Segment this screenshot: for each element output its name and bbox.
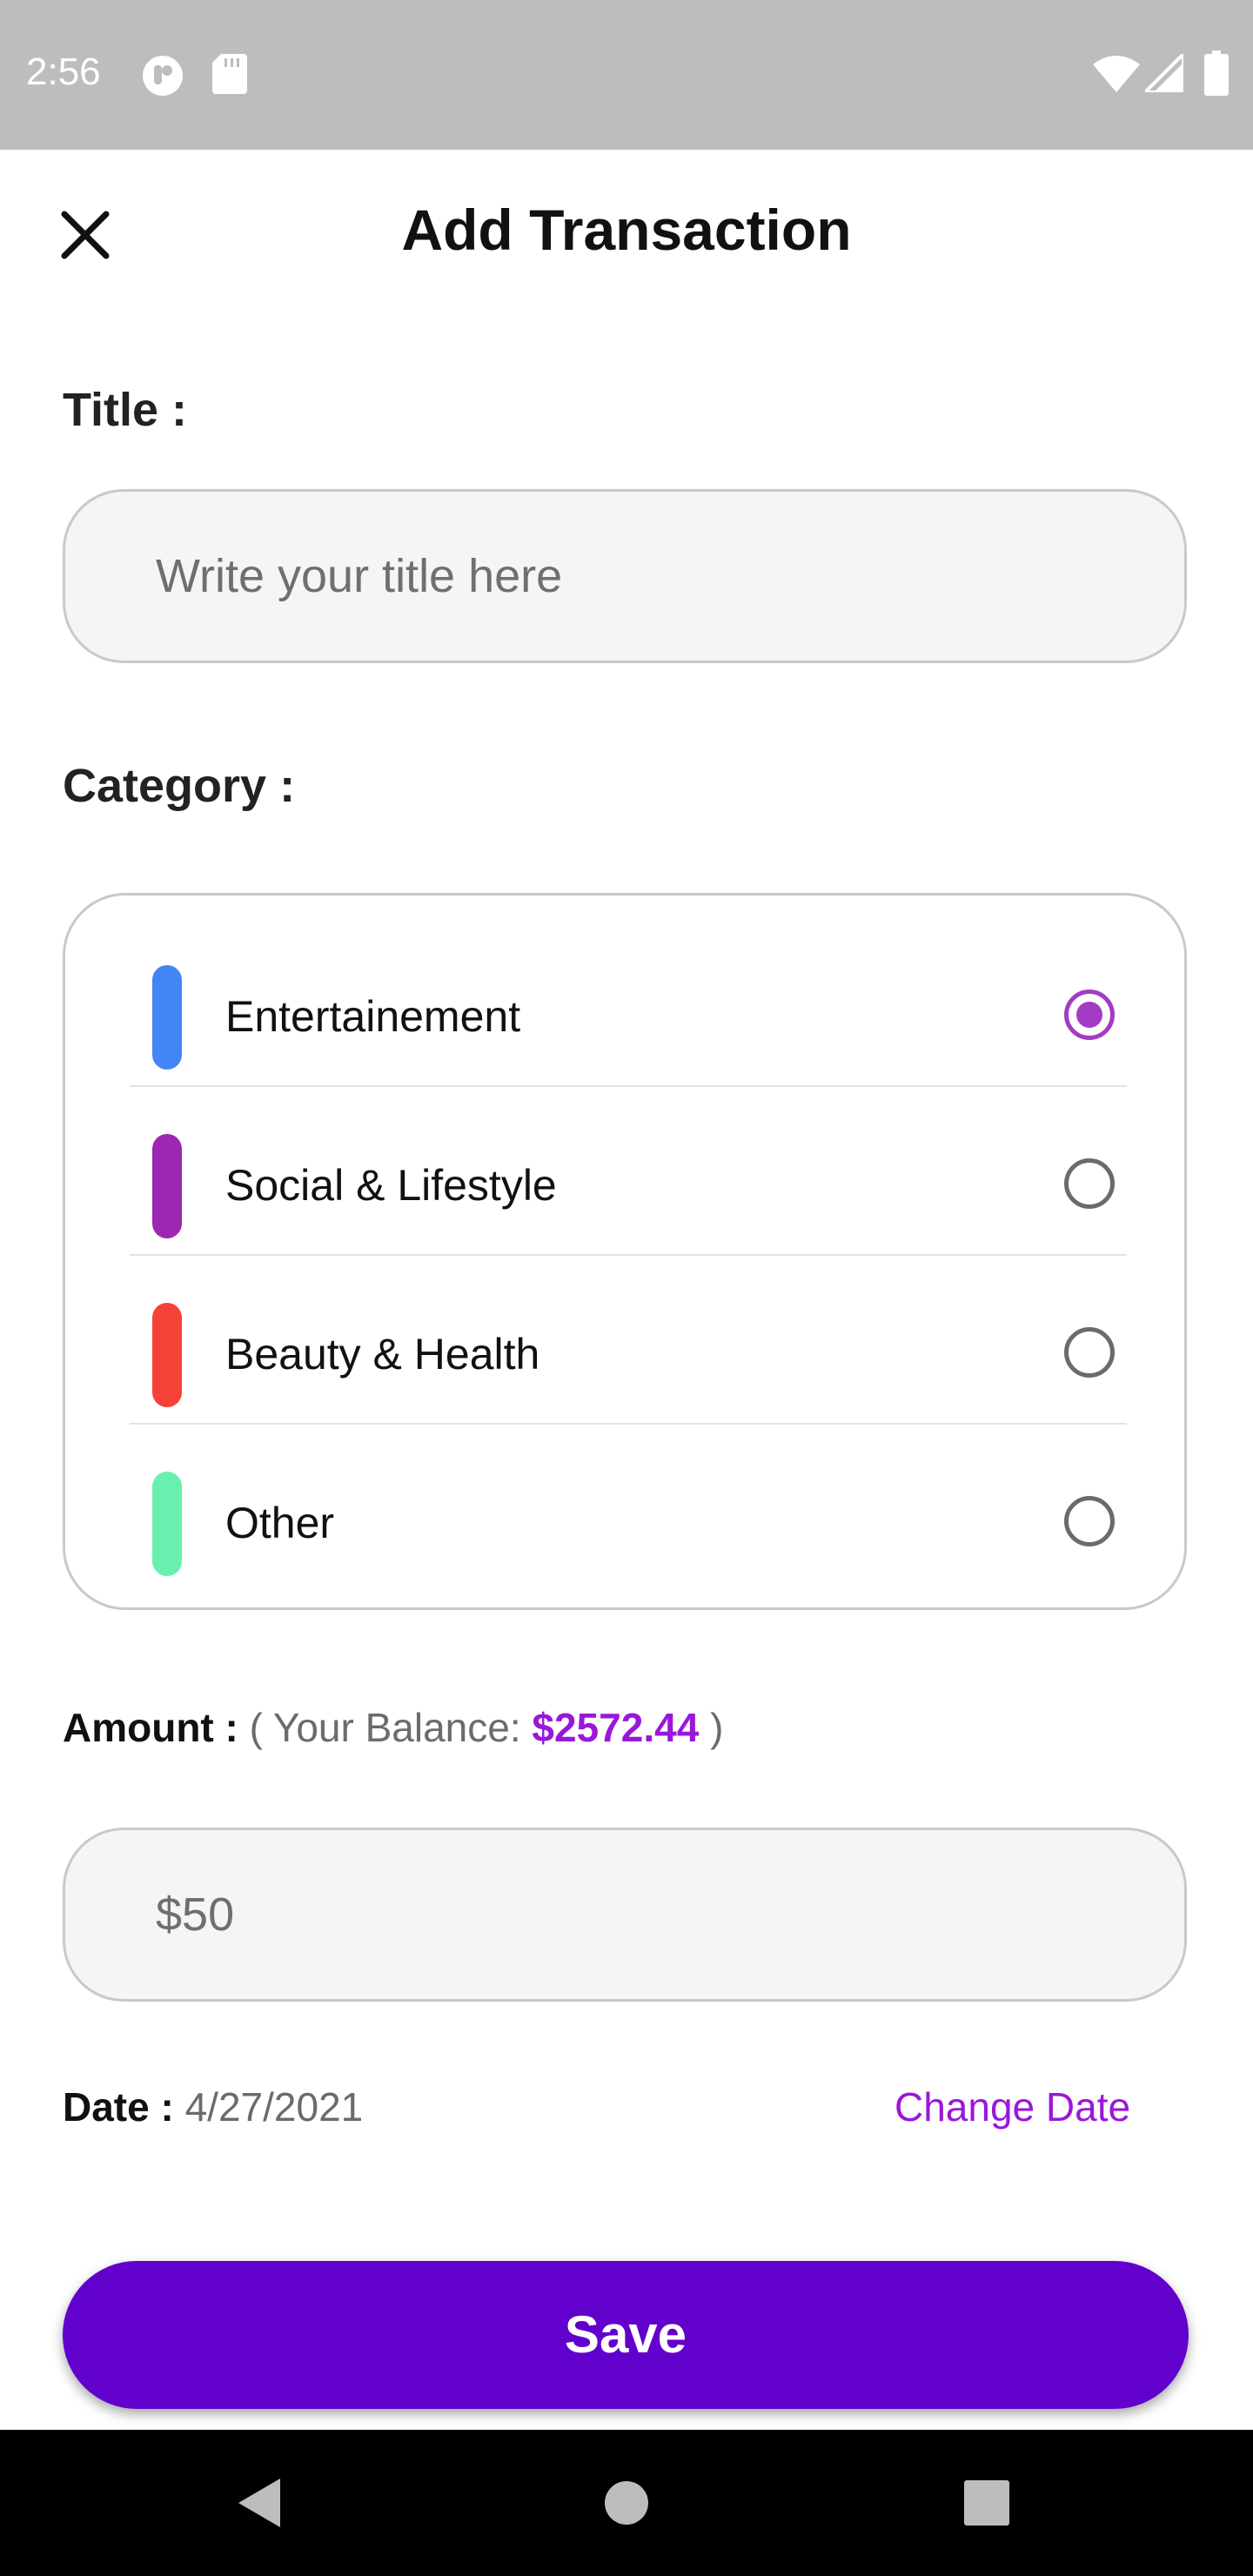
divider xyxy=(130,1085,1127,1087)
navigation-bar xyxy=(0,2430,1253,2576)
category-item-label: Other xyxy=(225,1499,335,1547)
radio-button[interactable] xyxy=(1064,989,1115,1040)
status-bar: 2:56 xyxy=(0,0,1253,150)
balance-value: $2572.44 xyxy=(532,1705,700,1750)
sd-card-icon xyxy=(212,54,247,94)
divider xyxy=(130,1254,1127,1256)
category-item-label: Entertainement xyxy=(225,992,521,1041)
category-item-other[interactable]: Other xyxy=(65,1432,1184,1600)
recents-icon[interactable] xyxy=(964,2480,1009,2526)
amount-input-container xyxy=(63,1828,1187,2002)
home-icon[interactable] xyxy=(604,2480,649,2526)
amount-label: Amount : xyxy=(63,1705,238,1750)
amount-label-row: Amount : ( Your Balance: $2572.44 ) xyxy=(63,1704,723,1751)
page-title: Add Transaction xyxy=(401,198,852,262)
app-notification-icon xyxy=(143,56,183,96)
divider xyxy=(130,1423,1127,1425)
back-icon[interactable] xyxy=(235,2475,284,2531)
category-color-bar xyxy=(152,1134,182,1238)
category-label: Category : xyxy=(63,760,296,812)
balance-suffix: ) xyxy=(710,1705,724,1750)
category-color-bar xyxy=(152,1303,182,1407)
change-date-button[interactable]: Change Date xyxy=(895,2083,1130,2130)
radio-button[interactable] xyxy=(1064,1158,1115,1209)
category-item-label: Beauty & Health xyxy=(225,1330,540,1379)
date-label: Date : xyxy=(63,2084,174,2130)
radio-button[interactable] xyxy=(1064,1496,1115,1546)
title-label: Title : xyxy=(63,384,188,436)
balance-prefix: ( Your Balance: xyxy=(249,1705,521,1750)
save-button[interactable]: Save xyxy=(63,2261,1189,2409)
amount-input[interactable] xyxy=(156,1830,1113,1999)
radio-button[interactable] xyxy=(1064,1327,1115,1378)
category-item-entertainment[interactable]: Entertainement xyxy=(65,925,1184,1094)
category-color-bar xyxy=(152,965,182,1070)
category-item-beauty-health[interactable]: Beauty & Health xyxy=(65,1263,1184,1432)
category-item-label: Social & Lifestyle xyxy=(225,1161,557,1210)
status-time: 2:56 xyxy=(26,50,101,93)
title-input-container xyxy=(63,489,1187,663)
date-row: Date : 4/27/2021 xyxy=(63,2083,363,2130)
signal-icon xyxy=(1145,54,1183,92)
wifi-icon xyxy=(1093,56,1140,92)
title-input[interactable] xyxy=(156,492,1113,661)
date-value: 4/27/2021 xyxy=(184,2084,364,2130)
category-list: Entertainement Social & Lifestyle Beauty… xyxy=(63,893,1187,1610)
battery-icon xyxy=(1204,50,1229,96)
category-color-bar xyxy=(152,1472,182,1576)
category-item-social-lifestyle[interactable]: Social & Lifestyle xyxy=(65,1094,1184,1263)
